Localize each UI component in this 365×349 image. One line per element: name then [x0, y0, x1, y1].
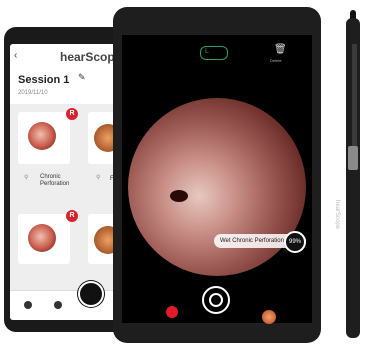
label-icon: ⚲: [96, 175, 101, 181]
diagnosis-label: Wet Chronic Perforation: [220, 238, 284, 244]
record-button[interactable]: [166, 306, 178, 318]
back-icon[interactable]: ‹: [14, 50, 17, 61]
session-date: 2019/11/10: [18, 90, 48, 96]
ear-thumbnail: [28, 122, 56, 150]
label-icon: ⚲: [24, 175, 29, 181]
shutter-button[interactable]: [202, 286, 230, 314]
status-badge: R: [66, 108, 78, 120]
item-label: Chronic Perforation: [40, 174, 70, 187]
list-item[interactable]: R: [18, 210, 78, 264]
list-item[interactable]: R: [18, 108, 78, 164]
status-badge: R: [66, 210, 78, 222]
ear-thumbnail: [28, 224, 56, 252]
delete-label: Delete: [270, 58, 282, 63]
shutter-icon: [209, 293, 223, 307]
edit-icon[interactable]: ✎: [78, 72, 86, 83]
perforation: [170, 190, 188, 202]
ear-side-toggle[interactable]: L: [200, 46, 228, 60]
ear-side-label: L: [205, 48, 209, 55]
otoscope-image: [128, 98, 306, 276]
pen-brand: hearScope: [334, 200, 340, 230]
info-icon[interactable]: [24, 301, 32, 309]
confidence-badge: 99%: [284, 231, 306, 253]
pen-window: [348, 146, 358, 170]
last-capture-thumbnail[interactable]: [262, 310, 276, 324]
session-title: Session 1: [18, 74, 70, 86]
trash-icon[interactable]: 🗑: [274, 44, 287, 55]
learn-icon[interactable]: [54, 301, 62, 309]
camera-button[interactable]: [78, 281, 104, 307]
